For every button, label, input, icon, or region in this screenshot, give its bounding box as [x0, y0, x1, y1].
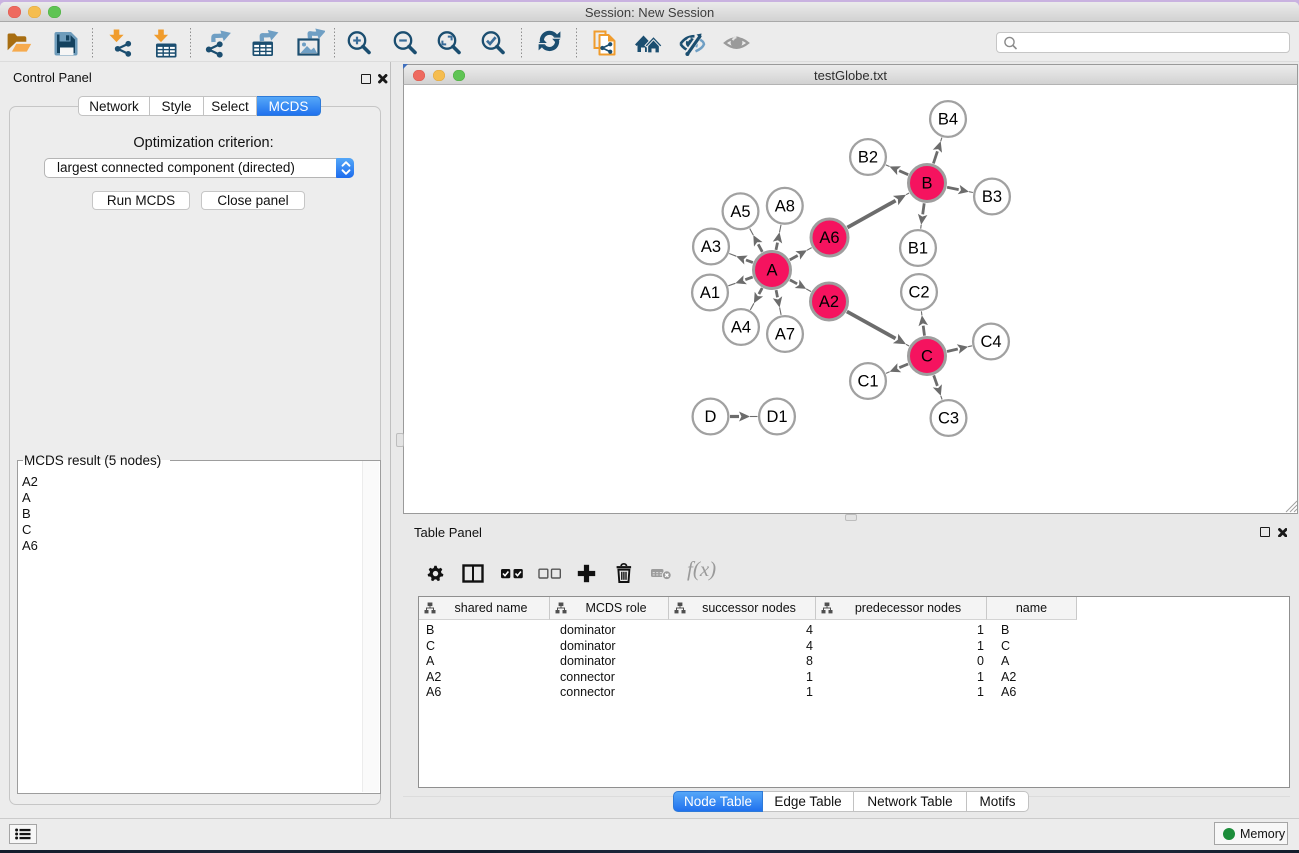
svg-text:A2: A2 — [819, 293, 839, 311]
svg-text:B2: B2 — [858, 149, 878, 167]
svg-text:A4: A4 — [731, 319, 751, 337]
svg-text:A5: A5 — [730, 203, 750, 221]
svg-text:C4: C4 — [980, 333, 1001, 351]
svg-text:C2: C2 — [908, 284, 929, 302]
svg-text:C: C — [921, 348, 933, 366]
svg-text:D: D — [705, 408, 717, 426]
svg-text:C1: C1 — [857, 373, 878, 391]
svg-text:A6: A6 — [819, 229, 839, 247]
svg-text:B: B — [921, 175, 932, 193]
svg-text:A8: A8 — [775, 197, 795, 215]
svg-text:A1: A1 — [700, 284, 720, 302]
svg-text:D1: D1 — [766, 408, 787, 426]
svg-text:B1: B1 — [908, 240, 928, 258]
svg-text:B4: B4 — [938, 111, 958, 129]
svg-text:A3: A3 — [701, 238, 721, 256]
svg-text:C3: C3 — [938, 410, 959, 428]
svg-text:A7: A7 — [775, 326, 795, 344]
svg-text:A: A — [766, 262, 777, 280]
svg-text:B3: B3 — [982, 188, 1002, 206]
